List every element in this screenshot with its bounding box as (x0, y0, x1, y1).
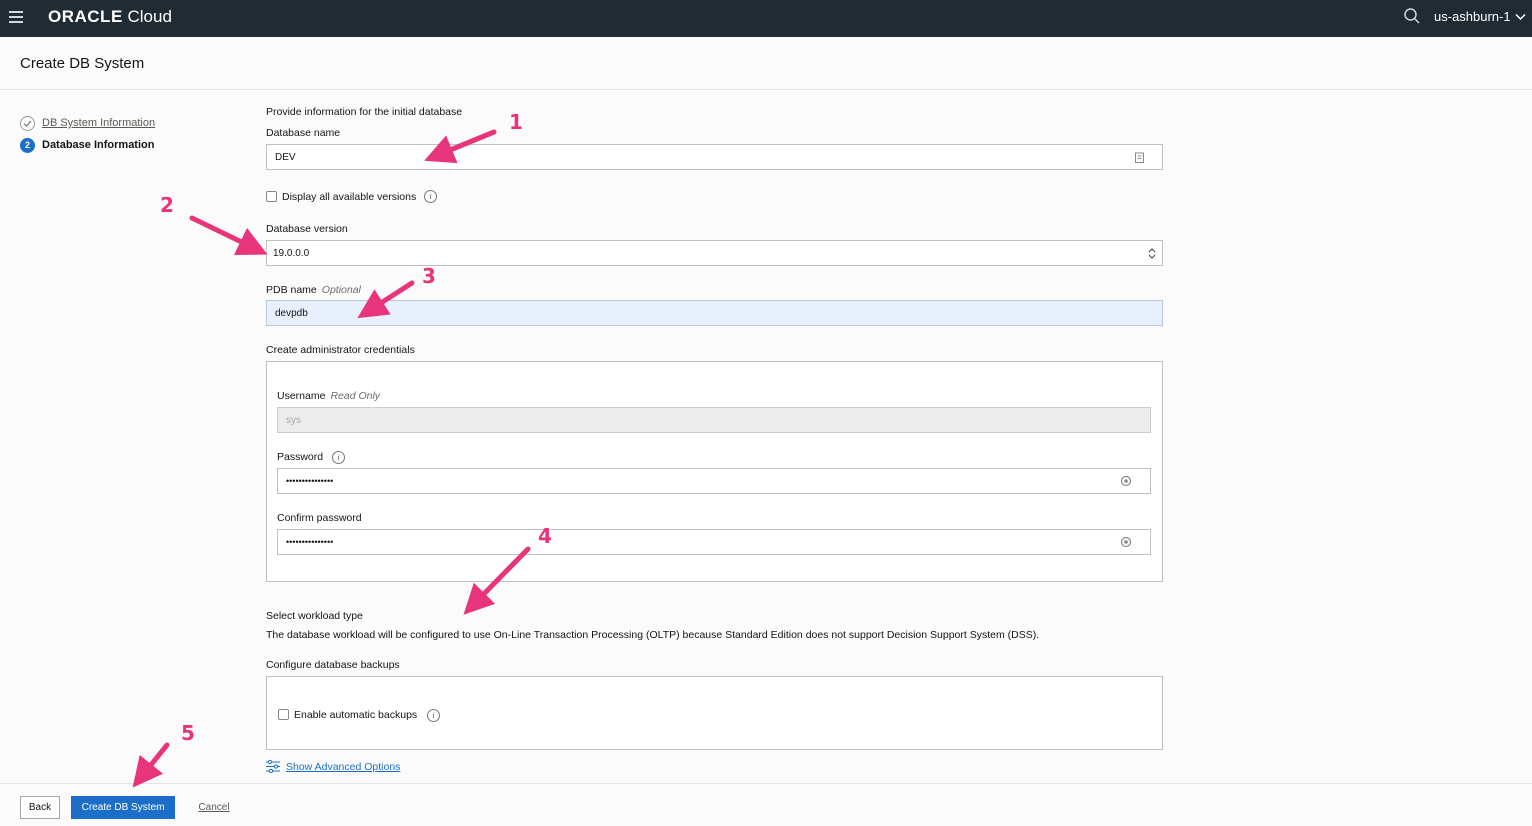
info-icon[interactable]: i (427, 709, 440, 722)
backups-panel: Enable automatic backups i (266, 676, 1163, 750)
cancel-button[interactable]: Cancel (197, 796, 231, 819)
region-selector[interactable]: us-ashburn-1 (1434, 9, 1526, 24)
annotation-number-2: 2 (160, 193, 174, 217)
arrow-2 (189, 215, 268, 255)
form-intro: Provide information for the initial data… (266, 106, 463, 118)
display-all-versions-label: Display all available versions (282, 191, 417, 203)
brand-name: ORACLE (48, 7, 123, 26)
confirm-password-input[interactable]: ••••••••••••••• (277, 529, 1151, 555)
chevron-down-icon (1515, 13, 1526, 20)
enable-automatic-backups-label: Enable automatic backups (294, 709, 418, 721)
step-number: 2 (20, 137, 35, 153)
annotation-number-3: 3 (422, 264, 436, 288)
top-navigation-bar: ORACLE Cloud us-ashburn-1 (0, 0, 1532, 37)
sliders-icon (266, 760, 280, 773)
select-arrows-icon (1148, 248, 1156, 259)
step-database-information[interactable]: 2 Database Information (20, 134, 240, 156)
wizard-footer: Back Create DB System Cancel (0, 783, 1532, 826)
database-name-input[interactable]: DEV (266, 144, 1163, 170)
arrow-5 (132, 742, 170, 788)
pdb-name-input[interactable]: devpdb (266, 300, 1163, 326)
back-button[interactable]: Back (20, 796, 60, 819)
brand-suffix: Cloud (122, 7, 172, 26)
wizard-steps: DB System Information 2 Database Informa… (20, 112, 240, 156)
info-icon[interactable]: i (332, 451, 345, 464)
page-title: Create DB System (20, 55, 145, 72)
create-db-system-button[interactable]: Create DB System (71, 796, 175, 819)
annotation-number-4: 4 (538, 524, 552, 548)
database-version-select[interactable]: 19.0.0.0 (266, 240, 1163, 266)
username-label-text: Username (277, 390, 326, 402)
username-input: sys (277, 407, 1151, 433)
annotation-number-5: 5 (181, 721, 195, 745)
optional-tag: Optional (321, 284, 361, 296)
database-backups-label: Configure database backups (266, 659, 400, 671)
show-advanced-options-link[interactable]: Show Advanced Options (266, 760, 400, 773)
annotation-number-1: 1 (509, 110, 523, 134)
pdb-name-value: devpdb (275, 307, 308, 319)
step-db-system-information[interactable]: DB System Information (20, 112, 240, 134)
display-all-versions-checkbox[interactable] (266, 191, 277, 202)
region-label: us-ashburn-1 (1434, 9, 1511, 24)
username-value: sys (286, 414, 301, 426)
search-icon[interactable] (1403, 7, 1421, 25)
read-only-tag: Read Only (330, 390, 381, 402)
confirm-password-value: ••••••••••••••• (286, 537, 334, 547)
oracle-cloud-logo[interactable]: ORACLE Cloud (48, 7, 172, 27)
pdb-name-label-text: PDB name (266, 284, 317, 296)
step-label: DB System Information (42, 117, 156, 129)
workload-description: The database workload will be configured… (266, 629, 1040, 641)
clipboard-icon (1135, 152, 1144, 163)
database-name-value: DEV (275, 151, 296, 163)
workload-type-label: Select workload type (266, 610, 363, 622)
pdb-name-label: PDB name Optional (266, 284, 361, 296)
database-version-label: Database version (266, 223, 348, 235)
show-password-icon[interactable] (1120, 475, 1132, 487)
password-label: Password (277, 451, 324, 463)
confirm-password-label: Confirm password (277, 512, 362, 524)
enable-automatic-backups-checkbox[interactable] (278, 709, 289, 720)
menu-icon[interactable] (9, 11, 23, 23)
page-header: Create DB System (0, 37, 1532, 90)
checkmark-icon (20, 115, 35, 131)
password-input[interactable]: ••••••••••••••• (277, 468, 1151, 494)
info-icon[interactable]: i (424, 190, 437, 203)
database-version-value: 19.0.0.0 (273, 247, 310, 259)
show-advanced-options-label: Show Advanced Options (286, 760, 401, 773)
database-name-label: Database name (266, 127, 341, 139)
password-value: ••••••••••••••• (286, 476, 334, 486)
username-label: Username Read Only (277, 390, 380, 402)
step-label: Database Information (42, 139, 155, 151)
show-password-icon[interactable] (1120, 536, 1132, 548)
admin-credentials-panel: Username Read Only sys Password i •••••••… (266, 361, 1163, 582)
admin-credentials-label: Create administrator credentials (266, 344, 415, 356)
